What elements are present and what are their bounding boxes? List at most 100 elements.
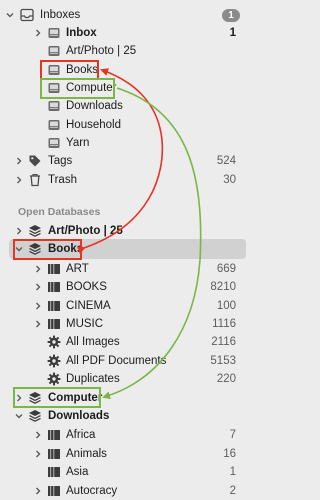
item-count: 16 (223, 447, 236, 460)
item-label: MUSIC (66, 317, 104, 330)
item-label: Household (66, 118, 121, 131)
item-label: All PDF Documents (66, 354, 167, 367)
chevron-down-icon[interactable] (5, 6, 15, 24)
smart-group-gear-icon (47, 335, 61, 349)
smart-group-gear-icon (47, 354, 61, 368)
item-count: 2116 (211, 336, 236, 349)
database-computer-row[interactable]: Computer (0, 389, 254, 407)
tags-row[interactable]: Tags 524 (0, 152, 254, 170)
inbox-item-row[interactable]: Computer (0, 79, 254, 97)
item-label: Inbox (66, 27, 97, 39)
downloads-group-row[interactable]: Autocracy 2 (0, 482, 254, 500)
chevron-down-icon[interactable] (14, 240, 24, 258)
database-downloads-row[interactable]: Downloads (0, 407, 254, 425)
item-count: 5153 (210, 354, 236, 367)
group-icon (47, 428, 61, 442)
books-group-row[interactable]: All Images 2116 (0, 333, 254, 351)
downloads-group-row[interactable]: Africa 7 (0, 426, 254, 444)
item-label: Yarn (66, 136, 90, 149)
item-count: 100 (216, 299, 236, 312)
item-label: All Images (66, 336, 120, 349)
group-icon (47, 465, 61, 479)
inboxes-badge: 1 (222, 9, 240, 22)
inboxes-label: Inboxes (40, 9, 81, 21)
tags-count: 524 (216, 155, 236, 167)
trash-icon (28, 173, 42, 187)
books-group-row[interactable]: Duplicates 220 (0, 370, 254, 388)
inbox-item-row[interactable]: Downloads (0, 97, 254, 115)
item-label: Animals (66, 447, 107, 460)
inbox-item-row[interactable]: Yarn (0, 134, 254, 152)
chevron-right-icon[interactable] (33, 315, 43, 333)
item-count: 8210 (210, 281, 236, 294)
chevron-right-icon[interactable] (33, 482, 43, 500)
database-layers-icon (28, 224, 42, 238)
database-artphoto-label: Art/Photo | 25 (48, 225, 123, 237)
item-label: BOOKS (66, 281, 107, 294)
chevron-right-icon[interactable] (33, 278, 43, 296)
books-group-row[interactable]: All PDF Documents 5153 (0, 352, 254, 370)
tag-icon (28, 154, 42, 168)
inbox-item-row[interactable]: Inbox 1 (0, 24, 254, 42)
item-count: 220 (216, 372, 236, 385)
books-group-row[interactable]: ART 669 (0, 260, 254, 278)
inbox-item-icon (47, 26, 61, 40)
downloads-group-row[interactable]: Asia 1 (0, 463, 254, 481)
chevron-right-icon[interactable] (33, 297, 43, 315)
chevron-right-icon[interactable] (14, 171, 24, 189)
database-books-row[interactable]: Books (0, 240, 254, 258)
inbox-item-icon (47, 81, 61, 95)
inbox-item-row[interactable]: Household (0, 116, 254, 134)
item-label: Asia (66, 466, 89, 479)
group-icon (47, 280, 61, 294)
chevron-right-icon[interactable] (33, 260, 43, 278)
item-label: ART (66, 263, 89, 275)
chevron-right-icon[interactable] (33, 445, 43, 463)
books-group-row[interactable]: CINEMA 100 (0, 297, 254, 315)
group-icon (47, 484, 61, 498)
item-label: Duplicates (66, 372, 120, 385)
database-artphoto-row[interactable]: Art/Photo | 25 (0, 222, 254, 240)
inbox-item-icon (47, 136, 61, 150)
item-label: Computer (66, 81, 117, 94)
group-icon (47, 262, 61, 276)
item-label: Books (66, 63, 98, 76)
trash-label: Trash (48, 174, 77, 186)
open-databases-header: Open Databases (18, 206, 101, 218)
chevron-down-icon[interactable] (14, 407, 24, 425)
chevron-right-icon[interactable] (33, 426, 43, 444)
trash-row[interactable]: Trash 30 (0, 171, 254, 189)
chevron-right-icon[interactable] (14, 152, 24, 170)
inbox-tray-icon (20, 8, 34, 22)
item-label: CINEMA (66, 299, 111, 312)
inbox-item-icon (47, 118, 61, 132)
item-label: Africa (66, 429, 96, 441)
database-layers-icon (28, 242, 42, 256)
item-label: Art/Photo | 25 (66, 45, 137, 58)
database-downloads-label: Downloads (48, 410, 110, 422)
item-count: 7 (229, 429, 236, 441)
sidebar: Inboxes 1 Inbox 1 Art/Photo | 25 Books Compu… (0, 0, 254, 500)
inbox-item-icon (47, 63, 61, 77)
inboxes-row[interactable]: Inboxes 1 (0, 6, 254, 24)
inbox-item-row[interactable]: Books (0, 61, 254, 79)
inbox-item-row[interactable]: Art/Photo | 25 (0, 42, 254, 60)
books-group-row[interactable]: BOOKS 8210 (0, 278, 254, 296)
books-group-row[interactable]: MUSIC 1116 (0, 315, 254, 333)
trash-count: 30 (223, 174, 236, 186)
database-books-label: Books (48, 243, 84, 255)
chevron-right-icon[interactable] (33, 24, 43, 42)
tags-label: Tags (48, 155, 73, 167)
smart-group-gear-icon (47, 372, 61, 386)
group-icon (47, 317, 61, 331)
group-icon (47, 447, 61, 461)
item-count: 1116 (212, 317, 236, 330)
database-layers-icon (28, 391, 42, 405)
chevron-right-icon[interactable] (14, 222, 24, 240)
item-label: Downloads (66, 100, 123, 113)
inbox-item-icon (47, 99, 61, 113)
downloads-group-row[interactable]: Animals 16 (0, 445, 254, 463)
database-layers-icon (28, 409, 42, 423)
chevron-right-icon[interactable] (14, 389, 24, 407)
item-label: Autocracy (66, 484, 118, 497)
